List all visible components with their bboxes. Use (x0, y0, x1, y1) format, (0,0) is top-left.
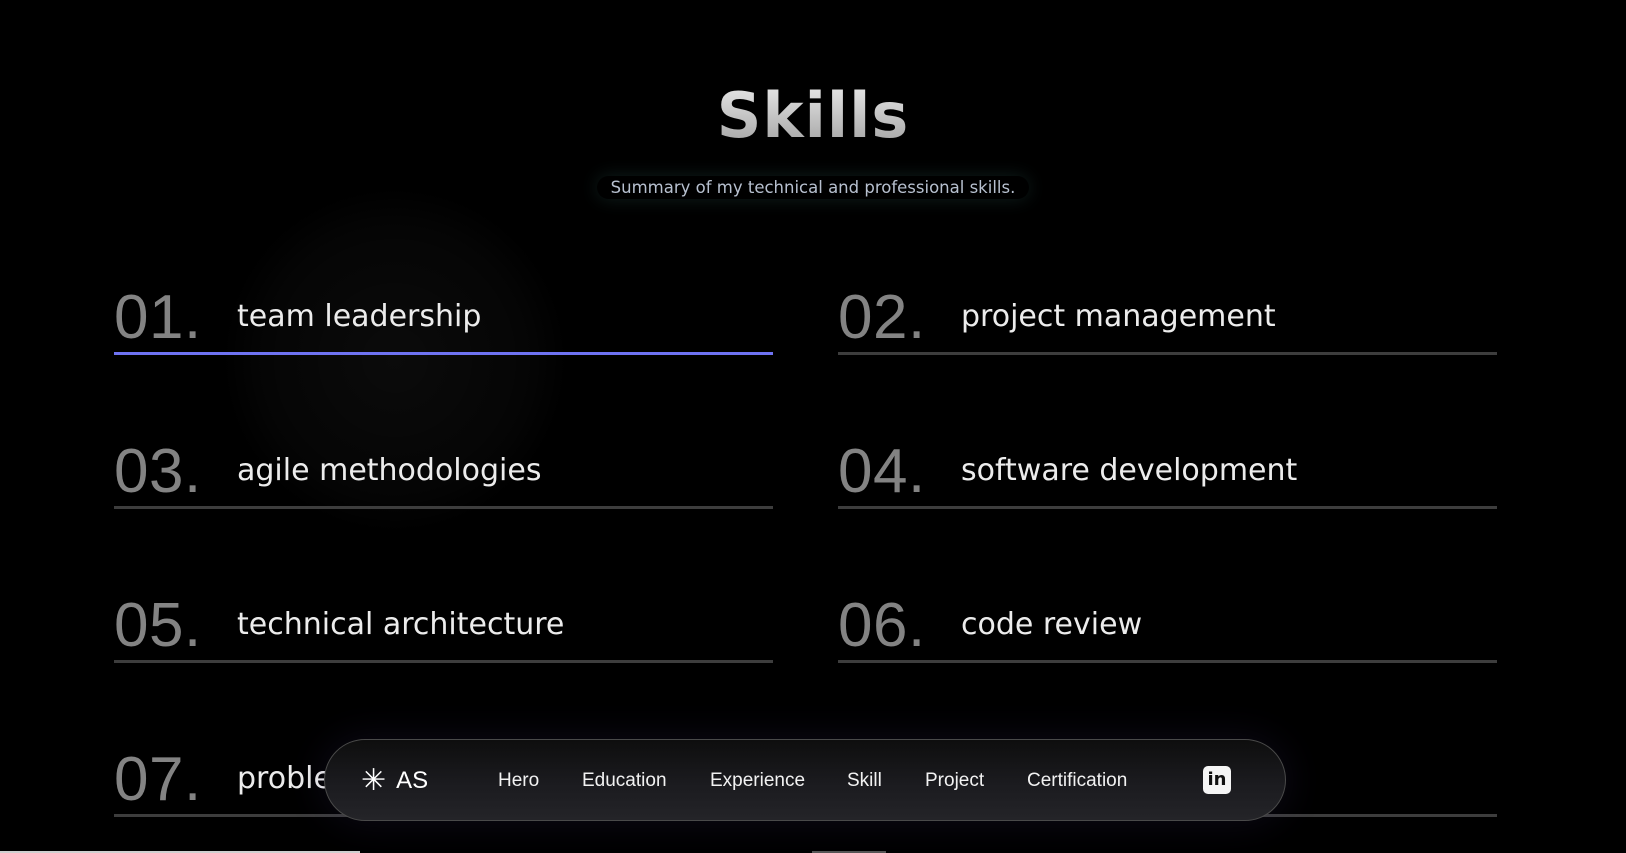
skill-label: team leadership (237, 299, 482, 334)
skill-number: 02. (838, 283, 926, 352)
skill-label: agile methodologies (237, 453, 542, 488)
brand-name: AS (396, 767, 429, 794)
skill-item-4[interactable]: 04. software development (838, 436, 1497, 509)
skill-item-1[interactable]: 01. team leadership (114, 282, 773, 355)
section-subtitle: Summary of my technical and professional… (0, 176, 1626, 200)
section-title: Skills (0, 76, 1626, 156)
nav-link-project[interactable]: Project (925, 768, 984, 794)
skill-label: technical architecture (237, 607, 565, 642)
skill-item-6[interactable]: 06. code review (838, 590, 1497, 663)
nav-link-hero[interactable]: Hero (498, 768, 539, 794)
skill-number: 03. (114, 437, 202, 506)
nav-link-certification[interactable]: Certification (1027, 768, 1127, 794)
section-subtitle-text: Summary of my technical and professional… (597, 176, 1030, 199)
skill-label: proble (237, 761, 332, 796)
asterisk-icon: ✳ (361, 763, 387, 798)
skill-label: code review (961, 607, 1143, 642)
nav-link-skill[interactable]: Skill (847, 768, 882, 794)
skill-number: 07. (114, 745, 202, 814)
skill-label: project management (961, 299, 1276, 334)
skill-item-5[interactable]: 05. technical architecture (114, 590, 773, 663)
skill-number: 04. (838, 437, 926, 506)
skill-number: 06. (838, 591, 926, 660)
skill-item-2[interactable]: 02. project management (838, 282, 1497, 355)
skill-label: software development (961, 453, 1298, 488)
skills-page: Skills Summary of my technical and profe… (0, 0, 1626, 853)
nav-link-experience[interactable]: Experience (710, 768, 805, 794)
skill-number: 01. (114, 283, 202, 352)
linkedin-icon[interactable]: in (1203, 766, 1231, 794)
nav-link-education[interactable]: Education (582, 768, 667, 794)
skill-number: 05. (114, 591, 202, 660)
skill-item-3[interactable]: 03. agile methodologies (114, 436, 773, 509)
floating-navbar: ✳ AS Hero Education Experience Skill Pro… (324, 739, 1286, 821)
brand-logo[interactable]: ✳ AS (361, 762, 428, 800)
